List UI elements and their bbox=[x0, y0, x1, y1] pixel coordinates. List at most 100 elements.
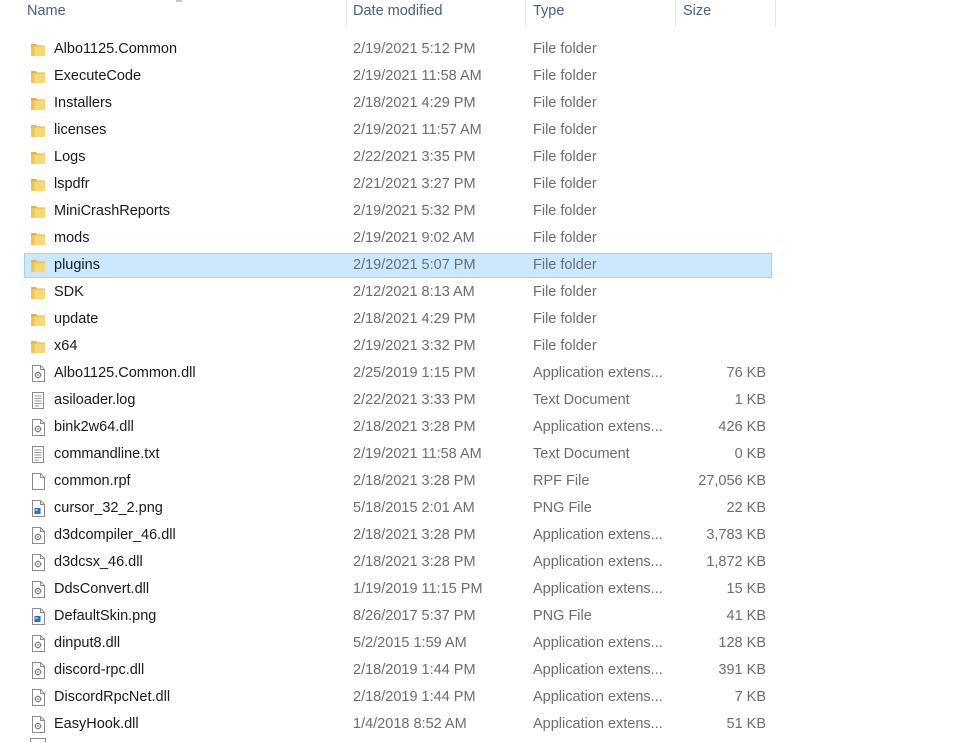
file-row[interactable]: commandline.txt 2/19/2021 11:58 AM Text Do… bbox=[0, 441, 776, 468]
file-date-modified: 2/18/2021 3:28 PM bbox=[353, 554, 476, 570]
file-row[interactable]: d3dcsx_46.dll 2/18/2021 3:28 PM Applicatio… bbox=[0, 549, 776, 576]
file-name[interactable]: licenses bbox=[54, 117, 106, 144]
file-row[interactable]: DdsConvert.dll 1/19/2019 11:15 PM Applicat… bbox=[0, 576, 776, 603]
folder-row[interactable]: MiniCrashReports 2/19/2021 5:32 PM File fo… bbox=[0, 198, 776, 225]
folder-row[interactable]: Albo1125.Common 2/19/2021 5:12 PM File fol… bbox=[0, 36, 776, 63]
folder-row[interactable]: SDK 2/12/2021 8:13 AM File folder bbox=[0, 279, 776, 306]
file-name[interactable]: DefaultSkin.png bbox=[54, 603, 156, 630]
file-name[interactable]: ExecuteCode bbox=[54, 63, 141, 90]
file-type: File folder bbox=[533, 176, 597, 192]
file-name[interactable]: Albo1125.Common.dll bbox=[54, 360, 196, 387]
folder-row[interactable]: update 2/18/2021 4:29 PM File folder bbox=[0, 306, 776, 333]
file-type: Application extens... bbox=[533, 716, 663, 732]
file-type: Application extens... bbox=[533, 662, 663, 678]
file-date-modified: 2/19/2021 5:07 PM bbox=[353, 257, 476, 273]
file-type: Application extens... bbox=[533, 689, 663, 705]
file-size: 3,783 KB bbox=[706, 527, 766, 543]
file-type: Application extens... bbox=[533, 365, 663, 381]
folder-icon bbox=[30, 311, 46, 328]
file-name[interactable]: common.rpf bbox=[54, 468, 131, 495]
file-name[interactable]: DdsConvert.dll bbox=[54, 576, 149, 603]
file-row[interactable]: d3dcompiler_46.dll 2/18/2021 3:28 PM Appli… bbox=[0, 522, 776, 549]
file-name[interactable]: update bbox=[54, 306, 98, 333]
file-name[interactable]: DiscordRpcNet.dll bbox=[54, 684, 170, 711]
file-row[interactable]: Albo1125.Common.dll 2/25/2019 1:15 PM Appl… bbox=[0, 360, 776, 387]
file-name[interactable]: bink2w64.dll bbox=[54, 414, 134, 441]
file-date-modified: 5/2/2015 1:59 AM bbox=[353, 635, 467, 651]
file-date-modified: 5/18/2015 2:01 AM bbox=[353, 500, 475, 516]
column-header-type[interactable]: Type bbox=[526, 0, 676, 27]
file-name[interactable]: Logs bbox=[54, 144, 85, 171]
file-name[interactable]: plugins bbox=[54, 252, 100, 279]
file-name[interactable]: asiloader.log bbox=[54, 387, 135, 414]
file-row[interactable]: DefaultSkin.png 8/26/2017 5:37 PM PNG File… bbox=[0, 603, 776, 630]
folder-icon bbox=[30, 338, 46, 355]
file-date-modified: 2/18/2021 3:28 PM bbox=[353, 527, 476, 543]
folder-row[interactable]: Logs 2/22/2021 3:35 PM File folder bbox=[0, 144, 776, 171]
file-size: 1,872 KB bbox=[706, 554, 766, 570]
file-date-modified: 2/22/2021 3:33 PM bbox=[353, 392, 476, 408]
file-type: File folder bbox=[533, 68, 597, 84]
folder-row[interactable]: ExecuteCode 2/19/2021 11:58 AM File folder bbox=[0, 63, 776, 90]
file-name[interactable]: x64 bbox=[54, 333, 77, 360]
file-name[interactable]: d3dcompiler_46.dll bbox=[54, 522, 176, 549]
file-size: 76 KB bbox=[726, 365, 767, 381]
file-size: 41 KB bbox=[726, 608, 767, 624]
file-name[interactable]: mods bbox=[54, 225, 89, 252]
file-date-modified: 2/21/2021 3:27 PM bbox=[353, 176, 476, 192]
column-header-date-modified[interactable]: Date modified bbox=[347, 0, 526, 27]
file-row[interactable]: cursor_32_2.png 5/18/2015 2:01 AM PNG File… bbox=[0, 495, 776, 522]
column-header-size[interactable]: Size bbox=[676, 0, 776, 27]
file-name[interactable]: commandline.txt bbox=[54, 441, 160, 468]
file-name[interactable]: EasyHook.dll bbox=[54, 711, 139, 738]
file-type: File folder bbox=[533, 149, 597, 165]
column-resize-handle[interactable] bbox=[775, 0, 776, 27]
folder-icon bbox=[30, 176, 46, 193]
file-type: File folder bbox=[533, 95, 597, 111]
folder-row[interactable]: lspdfr 2/21/2021 3:27 PM File folder bbox=[0, 171, 776, 198]
dll-file-icon bbox=[30, 635, 46, 652]
file-row[interactable]: EasyHook.dll 1/4/2018 8:52 AM Application … bbox=[0, 711, 776, 738]
file-date-modified: 1/19/2019 11:15 PM bbox=[353, 581, 483, 597]
folder-row[interactable]: x64 2/19/2021 3:32 PM File folder bbox=[0, 333, 776, 360]
column-header-name[interactable]: Name bbox=[0, 0, 347, 27]
folder-row[interactable]: mods 2/19/2021 9:02 AM File folder bbox=[0, 225, 776, 252]
file-row[interactable]: DiscordRpcNet.dll 2/18/2019 1:44 PM Applic… bbox=[0, 684, 776, 711]
dll-file-icon bbox=[30, 689, 46, 706]
file-type: Application extens... bbox=[533, 581, 663, 597]
file-row[interactable]: bink2w64.dll 2/18/2021 3:28 PM Application… bbox=[0, 414, 776, 441]
folder-icon bbox=[30, 257, 46, 274]
file-type: PNG File bbox=[533, 608, 592, 624]
file-size: 1 KB bbox=[734, 392, 766, 408]
text-file-icon bbox=[30, 392, 46, 409]
file-name[interactable]: dinput8.dll bbox=[54, 630, 120, 657]
file-name[interactable]: d3dcsx_46.dll bbox=[54, 549, 143, 576]
file-type: File folder bbox=[533, 230, 597, 246]
file-row[interactable]: common.rpf 2/18/2021 3:28 PM RPF File 27,05… bbox=[0, 468, 776, 495]
folder-row[interactable]: plugins 2/19/2021 5:07 PM File folder bbox=[0, 252, 776, 279]
file-name[interactable]: SDK bbox=[54, 279, 84, 306]
dll-file-icon bbox=[30, 419, 46, 436]
column-header-size-label: Size bbox=[683, 3, 712, 19]
file-row[interactable]: asiloader.log 2/22/2021 3:33 PM Text Docum… bbox=[0, 387, 776, 414]
file-name[interactable]: lspdfr bbox=[54, 171, 89, 198]
file-size: 15 KB bbox=[726, 581, 767, 597]
file-row[interactable]: discord-rpc.dll 2/18/2019 1:44 PM Applicat… bbox=[0, 657, 776, 684]
folder-icon bbox=[30, 284, 46, 301]
file-size: 27,056 KB bbox=[698, 473, 766, 489]
file-date-modified: 2/18/2021 3:28 PM bbox=[353, 473, 476, 489]
file-type: Application extens... bbox=[533, 527, 663, 543]
file-size: 51 KB bbox=[726, 716, 767, 732]
folder-icon bbox=[30, 230, 46, 247]
file-row[interactable]: dinput8.dll 5/2/2015 1:59 AM Application e… bbox=[0, 630, 776, 657]
folder-row[interactable]: licenses 2/19/2021 11:57 AM File folder bbox=[0, 117, 776, 144]
file-name[interactable]: MiniCrashReports bbox=[54, 198, 170, 225]
folder-row[interactable]: Installers 2/18/2021 4:29 PM File folder bbox=[0, 90, 776, 117]
file-name[interactable]: cursor_32_2.png bbox=[54, 495, 163, 522]
file-date-modified: 2/19/2021 11:58 AM bbox=[353, 68, 482, 84]
file-name[interactable]: Albo1125.Common bbox=[54, 36, 177, 63]
file-name[interactable]: Installers bbox=[54, 90, 112, 117]
folder-icon bbox=[30, 68, 46, 85]
file-name[interactable]: discord-rpc.dll bbox=[54, 657, 144, 684]
file-date-modified: 2/19/2021 5:12 PM bbox=[353, 41, 476, 57]
